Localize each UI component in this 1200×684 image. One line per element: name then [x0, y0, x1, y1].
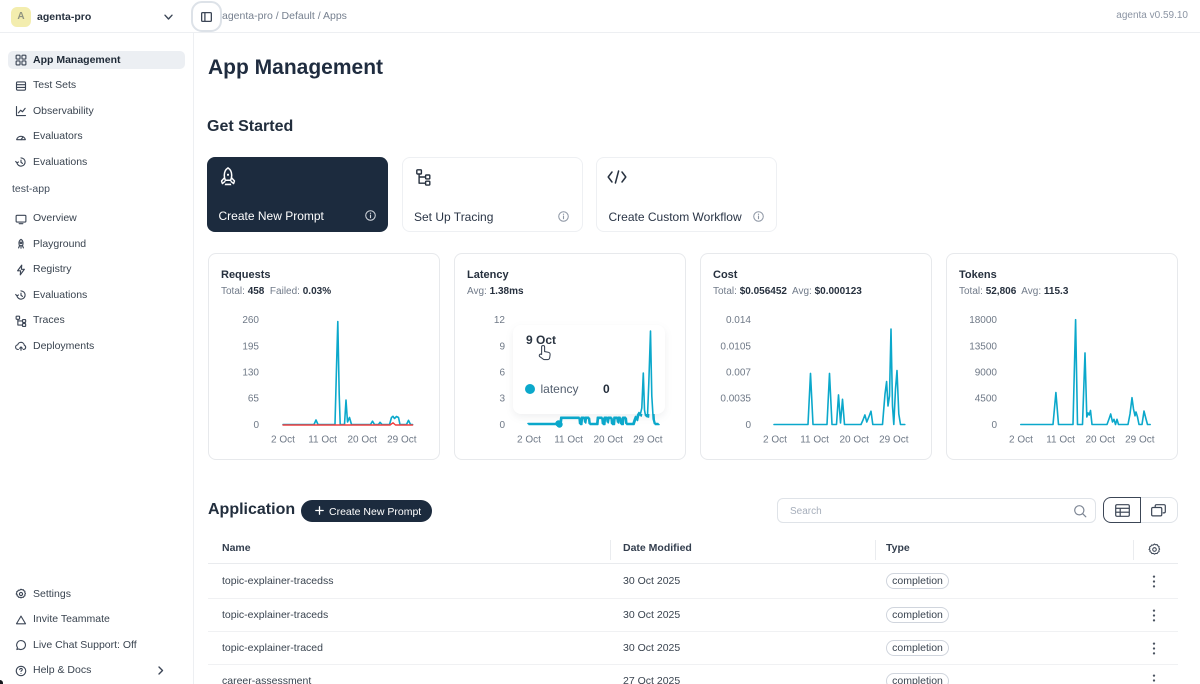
svg-text:2 Oct: 2 Oct — [763, 435, 787, 446]
svg-text:11 Oct: 11 Oct — [1046, 435, 1075, 446]
svg-text:2 Oct: 2 Oct — [271, 435, 295, 446]
svg-text:65: 65 — [248, 394, 260, 405]
svg-text:20 Oct: 20 Oct — [839, 435, 869, 446]
svg-text:4500: 4500 — [975, 394, 998, 405]
svg-text:0: 0 — [991, 420, 997, 431]
svg-text:11 Oct: 11 Oct — [308, 435, 337, 446]
svg-text:11 Oct: 11 Oct — [800, 435, 829, 446]
svg-text:2 Oct: 2 Oct — [1009, 435, 1033, 446]
svg-text:195: 195 — [242, 341, 259, 352]
svg-text:18000: 18000 — [969, 315, 997, 326]
svg-text:0.014: 0.014 — [726, 315, 751, 326]
svg-text:20 Oct: 20 Oct — [1085, 435, 1115, 446]
svg-text:0: 0 — [253, 420, 259, 431]
svg-text:0.0035: 0.0035 — [720, 394, 751, 405]
svg-text:13500: 13500 — [969, 341, 997, 352]
svg-text:260: 260 — [242, 315, 259, 326]
svg-text:29 Oct: 29 Oct — [387, 435, 417, 446]
svg-text:0: 0 — [745, 420, 751, 431]
svg-text:29 Oct: 29 Oct — [879, 435, 909, 446]
svg-text:29 Oct: 29 Oct — [1125, 435, 1155, 446]
svg-text:0.0105: 0.0105 — [720, 341, 751, 352]
svg-text:9000: 9000 — [975, 368, 998, 379]
svg-text:0.007: 0.007 — [726, 368, 751, 379]
svg-text:20 Oct: 20 Oct — [347, 435, 377, 446]
svg-text:130: 130 — [242, 368, 259, 379]
